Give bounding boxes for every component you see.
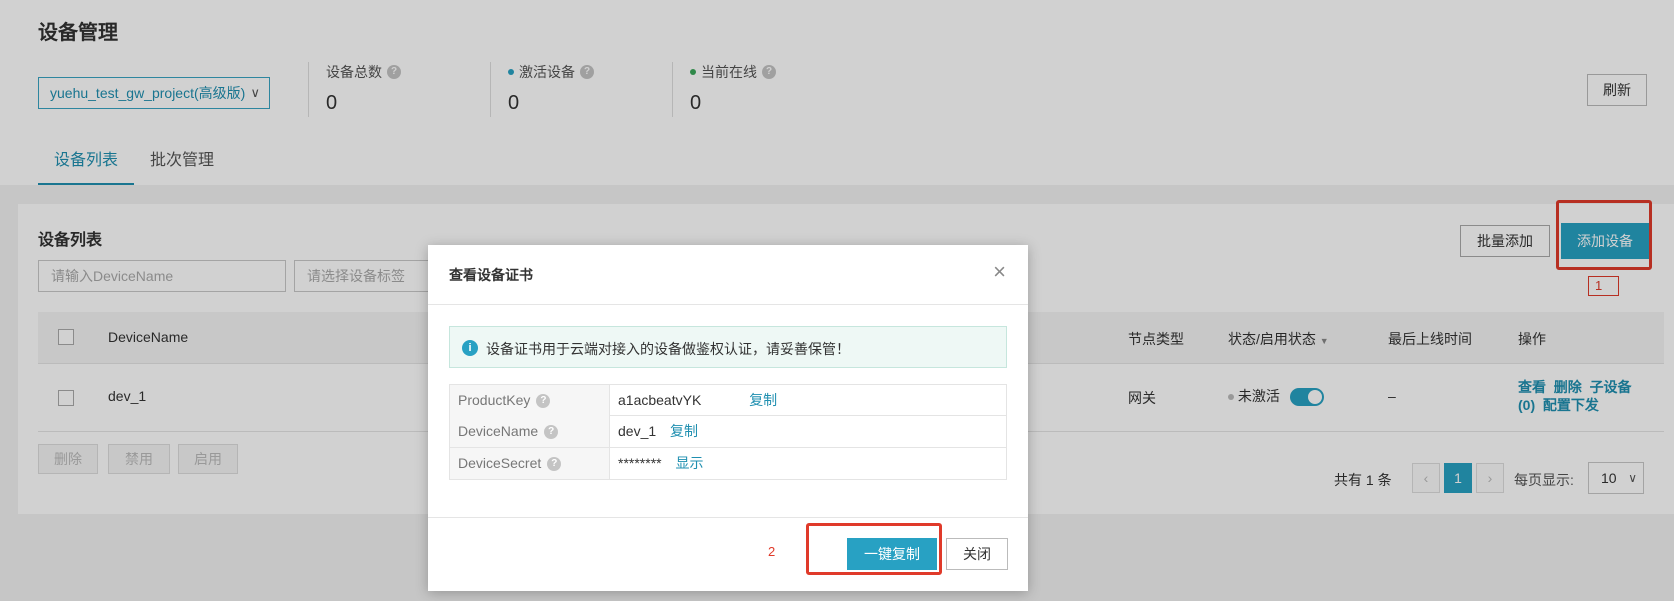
close-button[interactable]: 关闭 [946, 538, 1008, 570]
field-value: a1acbeatvYK [618, 392, 702, 408]
field-device-name: DeviceName? dev_1 复制 [449, 416, 1007, 448]
field-value: ******** [618, 455, 662, 471]
info-text: 设备证书用于云端对接入的设备做鉴权认证，请妥善保管！ [486, 341, 850, 357]
field-label: DeviceSecret [458, 455, 542, 471]
field-value: dev_1 [618, 423, 657, 439]
field-label: ProductKey [458, 392, 531, 408]
annotation-number-2: 2 [768, 544, 776, 559]
help-icon[interactable]: ? [536, 394, 551, 409]
show-device-secret-link[interactable]: 显示 [675, 455, 703, 471]
field-device-secret: DeviceSecret? ******** 显示 [449, 448, 1007, 480]
field-product-key: ProductKey? a1acbeatvYK 复制 [449, 384, 1007, 416]
help-icon[interactable]: ? [547, 457, 562, 472]
info-alert: i 设备证书用于云端对接入的设备做鉴权认证，请妥善保管！ [449, 326, 1007, 368]
dialog-header: 查看设备证书 × [428, 245, 1028, 305]
dialog-title: 查看设备证书 [449, 267, 533, 283]
field-label: DeviceName [458, 423, 539, 439]
close-icon[interactable]: × [993, 261, 1006, 283]
help-icon[interactable]: ? [544, 425, 559, 440]
info-icon: i [462, 340, 478, 356]
annotation-highlight-copy-all [806, 523, 942, 575]
copy-product-key-link[interactable]: 复制 [749, 392, 777, 408]
copy-device-name-link[interactable]: 复制 [670, 423, 698, 439]
